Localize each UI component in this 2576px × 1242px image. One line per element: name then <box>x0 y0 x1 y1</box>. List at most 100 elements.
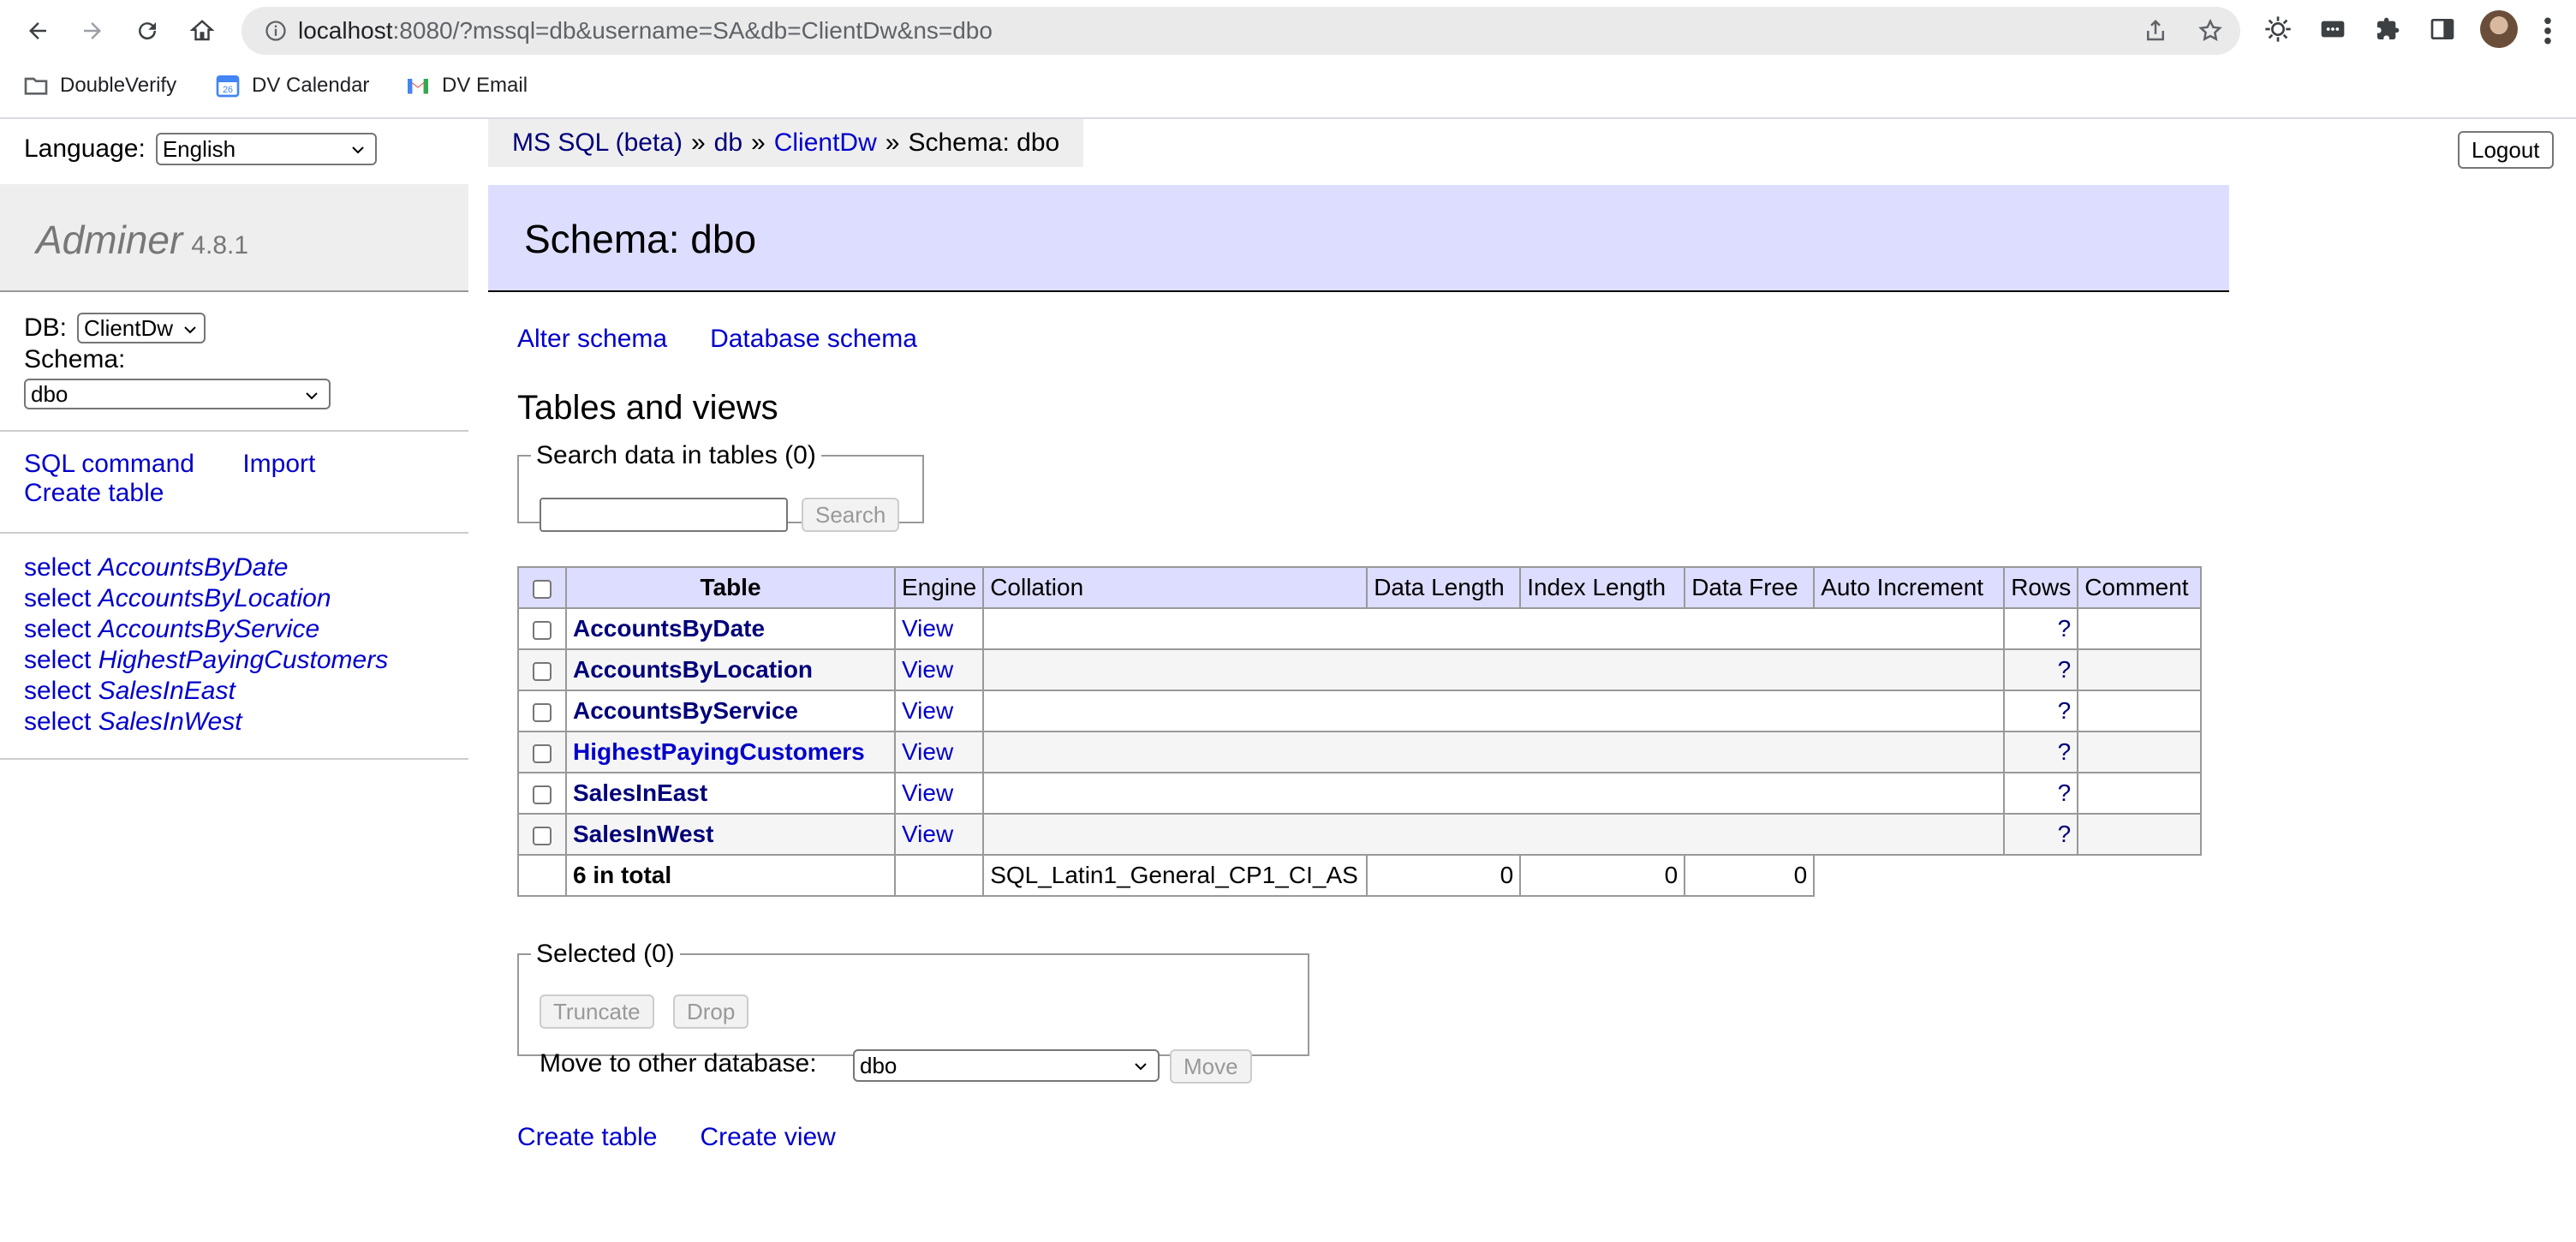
table-name-link[interactable]: SalesInWest <box>573 821 713 847</box>
schema-select[interactable]: dbo <box>24 379 331 409</box>
table-name-link[interactable]: SalesInEast <box>573 779 707 806</box>
table-link[interactable]: SalesInEast <box>98 677 236 705</box>
breadcrumb-driver[interactable]: MS SQL (beta) <box>512 128 683 158</box>
create-table-link[interactable]: Create table <box>24 479 164 508</box>
row-checkbox[interactable] <box>533 826 552 845</box>
menu-kebab-icon[interactable] <box>2535 12 2561 50</box>
bookmark-doubleverify[interactable]: DoubleVerify <box>22 72 176 99</box>
password-extension-icon[interactable] <box>2317 14 2348 45</box>
move-database-select[interactable]: dbo <box>853 1049 1160 1082</box>
rows-count-link[interactable]: ? <box>2058 779 2072 806</box>
rows-count-link[interactable]: ? <box>2058 697 2072 724</box>
sun-extension-icon[interactable] <box>2263 14 2293 45</box>
bottom-actions: Create table Create view <box>517 1123 836 1152</box>
tables-and-views-heading: Tables and views <box>517 389 778 427</box>
engine-view-link[interactable]: View <box>902 615 953 642</box>
row-select-cell <box>517 607 567 650</box>
list-item: select AccountsByService <box>24 614 388 645</box>
column-header-data-length: Data Length <box>1366 566 1522 609</box>
empty-cell <box>982 607 2006 650</box>
engine-view-link[interactable]: View <box>902 697 953 724</box>
row-checkbox[interactable] <box>533 702 552 722</box>
row-checkbox[interactable] <box>533 661 552 681</box>
info-icon[interactable] <box>264 19 288 43</box>
row-checkbox[interactable] <box>533 743 552 763</box>
rows-count-link[interactable]: ? <box>2058 821 2072 847</box>
truncate-button[interactable]: Truncate <box>540 994 654 1029</box>
select-link[interactable]: select <box>24 646 91 674</box>
database-schema-link[interactable]: Database schema <box>710 325 917 354</box>
table-name-link[interactable]: AccountsByDate <box>573 615 765 642</box>
select-link[interactable]: select <box>24 553 91 582</box>
app-name[interactable]: Adminer 4.8.1 <box>36 217 248 263</box>
table-name-link[interactable]: AccountsByService <box>573 697 798 724</box>
row-checkbox[interactable] <box>533 785 552 804</box>
reload-icon[interactable] <box>128 12 166 50</box>
row-checkbox[interactable] <box>533 620 552 640</box>
column-header-table[interactable]: Table <box>565 566 896 609</box>
bookmark-dv-email[interactable]: DV Email <box>404 72 528 99</box>
language-value: English <box>162 135 236 162</box>
app-version: 4.8.1 <box>191 231 249 260</box>
column-header-comment: Comment <box>2077 566 2203 609</box>
table-row: HighestPayingCustomers View ? <box>517 731 2203 773</box>
profile-avatar[interactable] <box>2480 10 2518 48</box>
back-icon[interactable] <box>19 12 57 50</box>
table-name-link[interactable]: HighestPayingCustomers <box>573 738 865 765</box>
select-link[interactable]: select <box>24 708 91 736</box>
engine-view-link[interactable]: View <box>902 738 953 765</box>
table-name-link[interactable]: AccountsByLocation <box>573 656 813 683</box>
select-link[interactable]: select <box>24 584 91 612</box>
breadcrumb-database[interactable]: ClientDw <box>774 128 877 158</box>
drop-button[interactable]: Drop <box>673 994 749 1029</box>
engine-cell: View <box>893 690 985 732</box>
select-link[interactable]: select <box>24 677 91 705</box>
share-icon[interactable] <box>2143 18 2168 44</box>
table-link[interactable]: AccountsByLocation <box>98 584 331 612</box>
sidebar-divider <box>0 532 468 534</box>
logout-button[interactable]: Logout <box>2458 131 2554 169</box>
db-select[interactable]: ClientDw <box>77 313 206 343</box>
table-link[interactable]: SalesInWest <box>98 708 242 736</box>
rows-count-link[interactable]: ? <box>2058 656 2072 683</box>
rows-count-link[interactable]: ? <box>2058 738 2072 765</box>
select-all-checkbox[interactable] <box>533 579 552 599</box>
column-header-index-length: Index Length <box>1519 566 1686 609</box>
engine-view-link[interactable]: View <box>902 821 953 847</box>
bookmark-dv-calendar[interactable]: 26 DV Calendar <box>214 72 369 99</box>
total-data-free: 0 <box>1684 854 1816 897</box>
create-view-link[interactable]: Create view <box>700 1123 835 1152</box>
selected-fieldset: Selected (0) Truncate Drop Move to other… <box>517 940 1309 1084</box>
create-table-link[interactable]: Create table <box>517 1123 657 1152</box>
bookmark-star-icon[interactable] <box>2197 18 2223 44</box>
alter-schema-link[interactable]: Alter schema <box>517 325 667 354</box>
import-link[interactable]: Import <box>242 450 315 479</box>
language-select[interactable]: English <box>155 133 377 165</box>
total-blank <box>1814 855 2202 896</box>
search-input[interactable] <box>540 498 788 532</box>
select-link[interactable]: select <box>24 615 91 643</box>
address-bar[interactable]: localhost:8080/?mssql=db&username=SA&db=… <box>242 7 2240 55</box>
calendar-icon: 26 <box>216 75 240 98</box>
rows-cell: ? <box>2003 772 2079 815</box>
breadcrumb-server[interactable]: db <box>714 128 742 158</box>
browser-chrome: localhost:8080/?mssql=db&username=SA&db=… <box>0 0 2576 119</box>
move-button[interactable]: Move <box>1170 1049 1252 1084</box>
table-row: SalesInEast View ? <box>517 772 2203 815</box>
rows-count-link[interactable]: ? <box>2058 615 2072 642</box>
url-text[interactable]: localhost:8080/?mssql=db&username=SA&db=… <box>298 17 993 45</box>
engine-view-link[interactable]: View <box>902 779 953 806</box>
page-header: Schema: dbo <box>488 185 2229 292</box>
search-button[interactable]: Search <box>802 498 900 532</box>
side-panel-icon[interactable] <box>2427 14 2458 45</box>
table-link[interactable]: AccountsByService <box>98 615 319 643</box>
table-link[interactable]: AccountsByDate <box>98 553 289 582</box>
sql-command-link[interactable]: SQL command <box>24 450 194 479</box>
forward-icon[interactable] <box>74 12 111 50</box>
home-icon[interactable] <box>183 12 221 50</box>
table-link[interactable]: HighestPayingCustomers <box>98 646 388 674</box>
list-item: select AccountsByLocation <box>24 583 388 614</box>
engine-view-link[interactable]: View <box>902 656 953 683</box>
comment-cell <box>2077 690 2203 732</box>
extensions-puzzle-icon[interactable] <box>2372 14 2403 45</box>
